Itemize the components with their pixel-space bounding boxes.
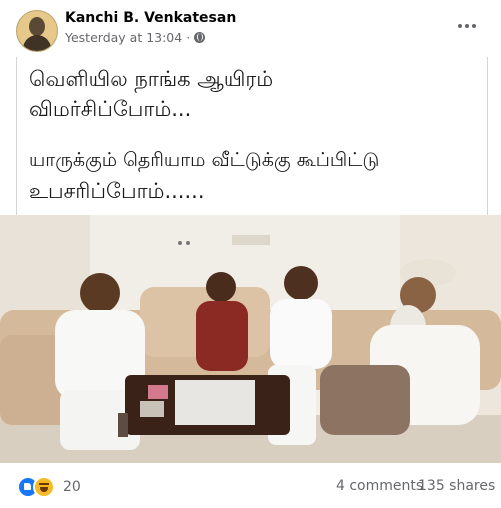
- photo-scene: [0, 215, 501, 463]
- author-avatar[interactable]: [16, 10, 58, 52]
- meta-separator: ·: [186, 30, 191, 45]
- image-text-line-2: விமர்சிப்போம்...: [29, 97, 192, 121]
- avatar-body: [23, 35, 51, 51]
- more-options-button[interactable]: [455, 14, 479, 38]
- post-photo[interactable]: [0, 215, 501, 463]
- more-options-icon: [458, 24, 462, 28]
- shares-link[interactable]: 135 shares: [418, 478, 495, 494]
- post-meta: Yesterday at 13:04 ·: [65, 30, 206, 45]
- more-options-dot: [472, 24, 476, 28]
- haha-icon: [33, 476, 55, 498]
- reaction-count: 20: [63, 479, 81, 495]
- post-timestamp[interactable]: Yesterday at 13:04: [65, 30, 182, 45]
- image-text-line-3: யாருக்கும் தெரியாம வீட்டுக்கு கூப்பிட்டு: [29, 149, 380, 171]
- author-name[interactable]: Kanchi B. Venkatesan: [65, 10, 236, 26]
- avatar-face: [29, 17, 45, 36]
- post-header: Kanchi B. Venkatesan Yesterday at 13:04 …: [0, 0, 501, 56]
- globe-icon[interactable]: [194, 32, 206, 43]
- comments-link[interactable]: 4 comments: [336, 478, 423, 494]
- more-options-dot: [465, 24, 469, 28]
- image-text-line-1: வெளியில நாங்க ஆயிரம்: [29, 67, 274, 91]
- post-footer: 20 4 comments 135 shares: [0, 463, 501, 508]
- reactions-summary[interactable]: 20: [17, 476, 81, 498]
- image-text-line-4: உபசரிப்போம்......: [29, 179, 205, 203]
- image-text-panel: வெளியில நாங்க ஆயிரம் விமர்சிப்போம்... யா…: [16, 57, 488, 215]
